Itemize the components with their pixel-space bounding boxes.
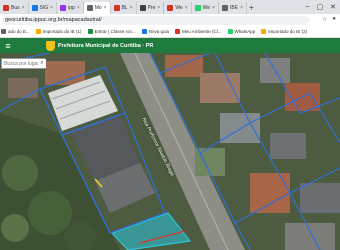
satellite-map[interactable] (0, 53, 340, 250)
profile-icon[interactable]: ● (332, 16, 336, 23)
roof (8, 78, 38, 98)
browser-tab[interactable]: SIG × (29, 2, 58, 14)
browser-tab[interactable]: Mo × (83, 2, 111, 14)
close-icon[interactable]: × (240, 5, 243, 11)
roof (300, 183, 340, 213)
bookmark-item[interactable]: Importado do IE (1) (35, 29, 82, 34)
map-view[interactable]: ⌕ Rua Professor Nivaldo Braga (0, 53, 340, 250)
close-icon[interactable]: × (104, 5, 107, 11)
tab-label: We (202, 5, 211, 11)
roof (45, 61, 85, 85)
tab-favicon-icon (139, 5, 146, 11)
close-icon[interactable]: × (212, 5, 215, 11)
tree-canopy (28, 191, 72, 235)
tab-favicon-icon (222, 5, 229, 11)
tab-label: ipp (68, 5, 75, 11)
tree-canopy (2, 155, 38, 191)
bookmark-label: WhatsApp (234, 29, 256, 34)
bookmark-label: Importado do IE (1) (42, 29, 82, 34)
browser-tab[interactable]: ipp × (57, 2, 84, 14)
tab-favicon-icon (86, 5, 93, 11)
bookmark-icon (141, 29, 147, 34)
brand: Prefeitura Municipal de Curitiba · PR (46, 40, 154, 51)
browser-tab[interactable]: We × (192, 2, 220, 14)
bookmark-label: Importado do IE (2) (268, 29, 308, 34)
bookmark-label: Entrar | Classe roo... (94, 29, 136, 34)
browser-tab[interactable]: IBE × (219, 2, 247, 14)
roof (270, 133, 306, 159)
close-icon[interactable]: × (77, 5, 80, 11)
bookmark-icon (87, 29, 93, 34)
roof (200, 73, 240, 103)
address-bar: geocuritiba.ippuc.org.br/mapacadastral/ … (0, 14, 340, 26)
close-icon[interactable]: × (185, 5, 188, 11)
browser-tab-bar: Bus × SIG × ipp × Mo × BL × Pre × We × We × IBE × + – ▢ ✕ (0, 0, 340, 14)
tab-favicon-icon (167, 5, 174, 11)
tab-label: Pre (147, 5, 156, 11)
bookmarks-bar: ado do E... Importado do IE (1) Entrar | C… (0, 26, 340, 38)
browser-tab[interactable]: Pre × (137, 2, 165, 14)
browser-tab[interactable]: BL × (111, 2, 137, 14)
bookmark-item[interactable]: WhatsApp (227, 29, 256, 34)
bookmark-star-icon[interactable]: ☆ (322, 16, 327, 23)
bookmark-icon (175, 29, 181, 34)
url-field[interactable]: geocuritiba.ippuc.org.br/mapacadastral/ (2, 15, 310, 25)
tab-favicon-icon (60, 5, 67, 11)
menu-icon[interactable]: ≡ (0, 41, 16, 51)
close-icon[interactable]: × (22, 5, 25, 11)
bookmark-item[interactable]: Meu Ambiente (Cl... (175, 29, 222, 34)
browser-tab[interactable]: We × (164, 2, 192, 14)
tab-label: IBE (230, 5, 239, 11)
search-icon[interactable]: ⌕ (38, 59, 46, 68)
close-window-icon[interactable]: ✕ (330, 3, 336, 11)
new-tab-button[interactable]: + (249, 3, 254, 12)
maximize-icon[interactable]: ▢ (317, 3, 324, 11)
bookmark-item[interactable]: Nova guia (141, 29, 170, 34)
tab-favicon-icon (31, 5, 38, 11)
app-header: ≡ Prefeitura Municipal de Curitiba · PR (0, 38, 340, 53)
bookmark-item[interactable]: ado do E... (1, 29, 30, 34)
roof (220, 113, 260, 143)
bookmark-icon (1, 29, 6, 34)
bookmark-label: ado do E... (8, 29, 30, 34)
close-icon[interactable]: × (130, 5, 133, 11)
city-crest-logo (46, 40, 55, 51)
bookmark-item[interactable]: Importado do IE (2) (261, 29, 307, 34)
address-actions: ☆ ● (322, 16, 336, 23)
brand-title: Prefeitura Municipal de Curitiba · PR (58, 42, 154, 49)
tab-label: We (175, 5, 183, 11)
minimize-icon[interactable]: – (306, 3, 310, 11)
tab-label: Bus (11, 5, 20, 11)
window-controls: – ▢ ✕ (306, 3, 340, 11)
tab-favicon-icon (3, 5, 9, 11)
bookmark-label: Meu Ambiente (Cl... (182, 29, 222, 34)
roof (285, 223, 335, 250)
tree-canopy (1, 214, 29, 242)
tab-favicon-icon (194, 5, 201, 11)
bookmark-icon (35, 29, 41, 34)
tab-favicon-icon (113, 5, 120, 11)
close-icon[interactable]: × (157, 5, 160, 11)
tab-label: SIG (39, 5, 49, 11)
tab-label: Mo (94, 5, 102, 11)
bookmark-icon (261, 29, 267, 34)
close-icon[interactable]: × (50, 5, 53, 11)
tab-label: BL (121, 5, 128, 11)
bookmark-label: Nova guia (148, 29, 170, 34)
browser-tab[interactable]: Bus × (0, 2, 29, 14)
bookmark-icon (227, 29, 233, 34)
roof (250, 173, 290, 213)
bookmark-item[interactable]: Entrar | Classe roo... (87, 29, 136, 34)
